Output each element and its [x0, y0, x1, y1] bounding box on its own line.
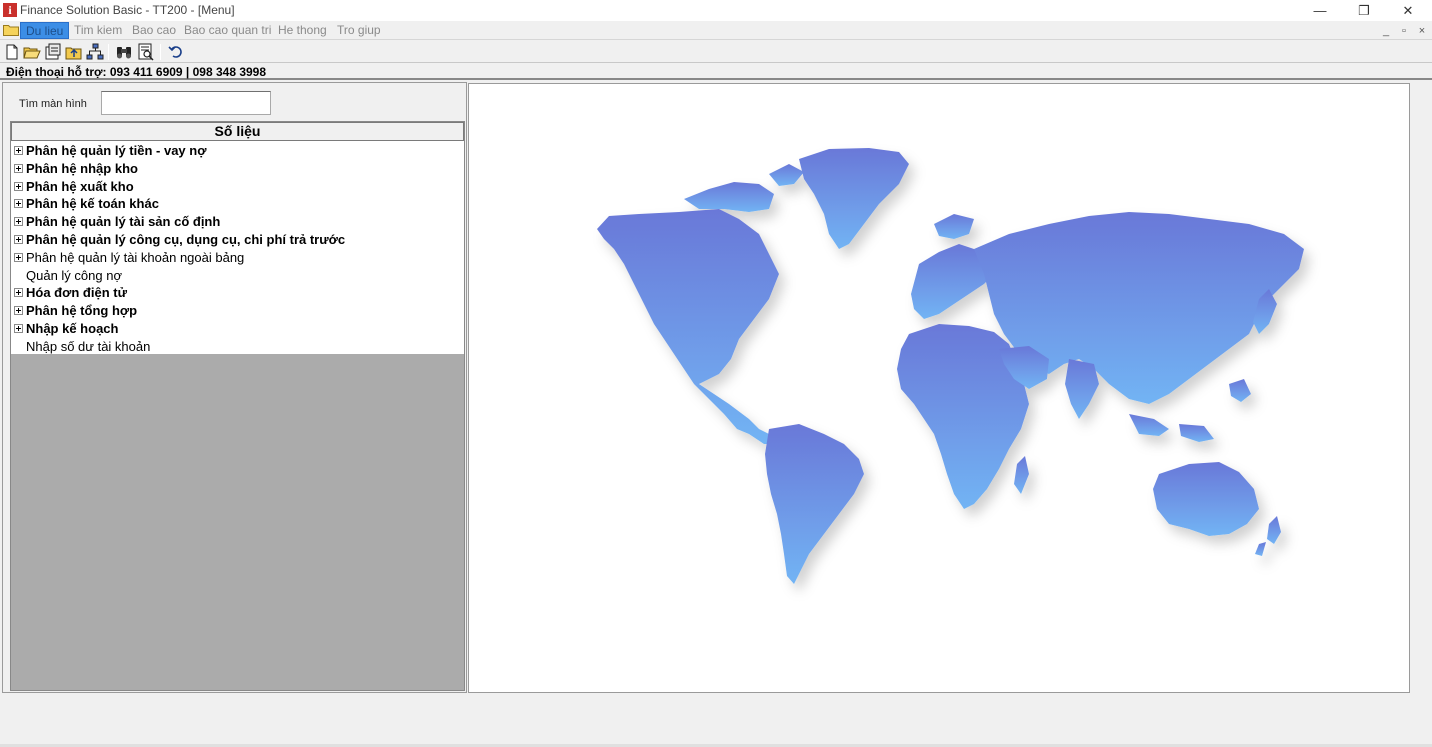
tree-item[interactable]: Nhập kế hoạch [11, 320, 464, 338]
tree-body: Số liệu Phân hệ quản lý tiền - vay nợ Phâ… [11, 122, 464, 354]
tree-item-label: Quản lý công nợ [26, 267, 122, 283]
world-map-panel [468, 83, 1410, 693]
tree-item[interactable]: Phân hệ quản lý tiền - vay nợ [11, 142, 464, 160]
tree-item[interactable]: Phân hệ tổng hợp [11, 302, 464, 320]
continents [597, 148, 1304, 584]
folder-up-icon[interactable] [65, 43, 83, 61]
menu-tro-giup[interactable]: Tro giup [332, 22, 386, 39]
app-logo-icon[interactable]: i [3, 3, 17, 17]
tree-item-label: Phân hệ quản lý công cụ, dụng cụ, chi ph… [26, 232, 346, 247]
preview-icon[interactable] [137, 43, 155, 61]
expand-plus-icon[interactable] [14, 163, 23, 173]
expand-plus-icon[interactable] [14, 146, 23, 155]
toolbar-separator [160, 44, 161, 60]
window-title: Finance Solution Basic - TT200 - [Menu] [20, 3, 235, 17]
title-bar: i Finance Solution Basic - TT200 - [Menu… [0, 0, 1432, 21]
expand-plus-icon[interactable] [14, 324, 23, 333]
toolbar [0, 41, 1432, 63]
tree-item-label: Phân hệ tổng hợp [26, 303, 138, 319]
menu-he-thong[interactable]: He thong [273, 22, 332, 39]
tree-item-label: Phân hệ nhập kho [26, 160, 138, 176]
binoculars-icon[interactable] [115, 43, 133, 61]
restore-button[interactable]: ❐ [1341, 0, 1387, 21]
expand-plus-icon[interactable] [14, 217, 23, 227]
expand-plus-icon[interactable] [14, 235, 23, 244]
expand-plus-icon[interactable] [14, 288, 23, 298]
tree-item[interactable]: Hóa đơn điện tử [11, 284, 464, 302]
open-folder-icon[interactable] [23, 43, 41, 61]
expand-plus-icon[interactable] [14, 181, 23, 191]
expand-plus-icon[interactable] [14, 306, 23, 316]
support-phone-text: Điện thoại hỗ trợ: 093 411 6909 | 098 34… [6, 65, 267, 79]
tree-item-label: Nhập số dư tài khoản [26, 338, 151, 354]
tree-item[interactable]: Phân hệ quản lý công cụ, dụng cụ, chi ph… [11, 231, 464, 249]
tree-item[interactable]: Quản lý công nợ [11, 267, 464, 285]
menu-bao-cao[interactable]: Bao cao [127, 22, 181, 39]
minimize-button[interactable]: — [1297, 0, 1343, 21]
expand-plus-icon[interactable] [14, 199, 23, 209]
tree-item-label: Phân hệ quản lý tiền - vay nợ [26, 143, 207, 158]
module-tree: Số liệu Phân hệ quản lý tiền - vay nợ Phâ… [10, 121, 465, 691]
left-panel: Tìm màn hình Số liệu Phân hệ quản lý tiề… [2, 82, 467, 693]
tree-item-label: Nhập kế hoạch [26, 321, 119, 336]
tree-item[interactable]: Phân hệ nhập kho [11, 160, 464, 178]
properties-icon[interactable] [44, 43, 62, 61]
tree-item-label: Phân hệ xuất kho [26, 178, 134, 194]
tree-item[interactable]: Phân hệ kế toán khác [11, 195, 464, 213]
tree-item-label: Phân hệ quản lý tài khoản ngoài bảng [26, 249, 245, 265]
mdi-minimize-button[interactable]: _ [1379, 24, 1393, 38]
undo-icon[interactable] [167, 43, 185, 61]
mdi-close-button[interactable]: × [1415, 24, 1429, 38]
folder-icon[interactable] [3, 23, 19, 36]
search-label: Tìm màn hình [19, 98, 87, 110]
expand-plus-icon[interactable] [14, 252, 23, 262]
tree-item[interactable]: Nhập số dư tài khoản [11, 338, 464, 356]
menu-bao-cao-quan-tri[interactable]: Bao cao quan tri [179, 22, 276, 39]
menu-bar: Du lieu Tim kiem Bao cao Bao cao quan tr… [0, 21, 1432, 40]
tree-item-label: Phân hệ kế toán khác [26, 196, 159, 212]
tree-item[interactable]: Phân hệ quản lý tài khoản ngoài bảng [11, 249, 464, 267]
tree-item[interactable]: Phân hệ xuất kho [11, 178, 464, 196]
search-input[interactable] [101, 91, 271, 115]
support-bar: Điện thoại hỗ trợ: 093 411 6909 | 098 34… [0, 64, 1432, 80]
tree-item-label: Phân hệ quản lý tài sản cố định [26, 214, 221, 230]
menu-tim-kiem[interactable]: Tim kiem [69, 22, 127, 39]
mdi-restore-button[interactable]: ▫ [1397, 24, 1411, 38]
tree-item[interactable]: Phân hệ quản lý tài sản cố định [11, 213, 464, 231]
menu-du-lieu[interactable]: Du lieu [20, 22, 70, 39]
new-file-icon[interactable] [3, 43, 21, 61]
world-map-image [597, 148, 1304, 584]
close-button[interactable]: ✕ [1385, 0, 1431, 21]
tree-header[interactable]: Số liệu [11, 122, 464, 141]
tree-item-label: Hóa đơn điện tử [26, 285, 127, 301]
network-tree-icon[interactable] [86, 43, 104, 61]
toolbar-separator [108, 44, 109, 60]
